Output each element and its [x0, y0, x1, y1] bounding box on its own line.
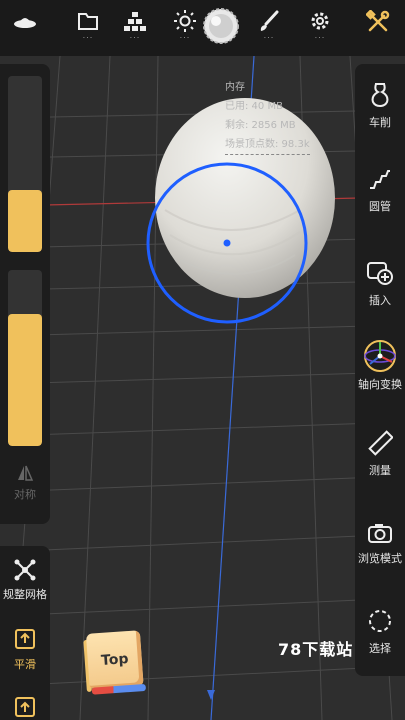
symmetry-label: 对称 [14, 488, 36, 501]
symmetry-icon [18, 465, 34, 481]
lighting-button[interactable]: ... [168, 10, 202, 46]
remesh-label: 规整网格 [3, 588, 47, 601]
tool-label: 选择 [369, 642, 391, 655]
tool-lathe[interactable]: 车削 [355, 82, 405, 130]
tool-label: 测量 [369, 464, 391, 477]
camera-icon [368, 524, 392, 543]
watermark-text: 78下载站 [278, 640, 354, 659]
memory-stats: 内存 已用: 40 MB 剩余: 2856 MB 场景顶点数: 98.3k [225, 78, 310, 155]
smooth-label: 平滑 [14, 658, 36, 671]
symmetry-toggle[interactable]: 对称 [0, 464, 50, 502]
tube-icon [370, 170, 390, 189]
scene-button[interactable]: ... [118, 10, 152, 46]
tool-icon [15, 697, 35, 717]
files-dots: ... [82, 31, 94, 40]
select-icon [369, 610, 391, 632]
tool-label: 轴向变换 [358, 378, 402, 391]
tool-gizmo[interactable]: 轴向变换 [355, 338, 405, 392]
wrench-screwdriver-icon [366, 10, 390, 32]
next-tool-button[interactable] [0, 696, 50, 718]
radius-slider[interactable] [8, 76, 42, 252]
tool-select[interactable]: 选择 [355, 608, 405, 656]
lighting-dots: ... [179, 31, 191, 40]
matcap-sphere-icon [203, 8, 239, 44]
intensity-slider-fill [8, 314, 42, 446]
pyramid-icon [124, 12, 146, 31]
files-button[interactable]: ... [71, 10, 105, 46]
left-tools-panel: 规整网格 平滑 [0, 546, 50, 720]
tool-browse[interactable]: 浏览模式 [355, 522, 405, 566]
left-slider-panel: 对称 [0, 64, 50, 524]
brush-center-dot [223, 239, 231, 247]
tool-label: 浏览模式 [358, 552, 402, 565]
insert-icon [367, 262, 393, 285]
vase-icon [371, 83, 389, 108]
3d-viewport[interactable]: 内存 已用: 40 MB 剩余: 2856 MB 场景顶点数: 98.3k [0, 0, 405, 720]
stats-used: 已用: 40 MB [225, 101, 283, 112]
menu-button[interactable] [8, 10, 42, 46]
scene-dots: ... [129, 31, 141, 40]
tool-label: 圆管 [369, 200, 391, 213]
remesh-button[interactable]: 规整网格 [0, 558, 50, 602]
tool-label: 车削 [369, 116, 391, 129]
tool-label: 插入 [369, 294, 391, 307]
ruler-icon [368, 430, 393, 456]
sun-icon [174, 10, 196, 32]
tool-tube[interactable]: 圆管 [355, 168, 405, 214]
smooth-icon [15, 629, 35, 649]
settings-dots: ... [314, 31, 326, 40]
grid-canvas [0, 55, 405, 720]
ufo-icon [14, 18, 36, 28]
tools-button[interactable] [362, 10, 396, 46]
stats-title: 内存 [225, 82, 245, 93]
axis-arrow-icon [207, 690, 215, 700]
paint-button[interactable]: ... [252, 10, 286, 46]
top-toolbar: ... ... ... ... ... [0, 0, 405, 56]
folder-icon [78, 13, 98, 30]
settings-button[interactable]: ... [303, 10, 337, 46]
gear-icon [311, 12, 329, 30]
intensity-slider[interactable] [8, 270, 42, 446]
stats-vertices: 场景顶点数: 98.3k [225, 135, 310, 155]
view-cube[interactable]: Top [83, 630, 147, 696]
remesh-icon [14, 559, 36, 581]
radius-slider-fill [8, 190, 42, 252]
tool-measure[interactable]: 测量 [355, 430, 405, 478]
material-button[interactable] [200, 6, 242, 50]
tool-insert[interactable]: 插入 [355, 260, 405, 308]
gizmo-icon [364, 340, 396, 372]
right-tools-panel: 车削 圆管 插入 轴向变换 测量 浏览模式 选择 [355, 64, 405, 676]
brush-icon [260, 10, 279, 31]
paint-dots: ... [263, 31, 275, 40]
smooth-button[interactable]: 平滑 [0, 628, 50, 672]
stats-free: 剩余: 2856 MB [225, 120, 296, 131]
